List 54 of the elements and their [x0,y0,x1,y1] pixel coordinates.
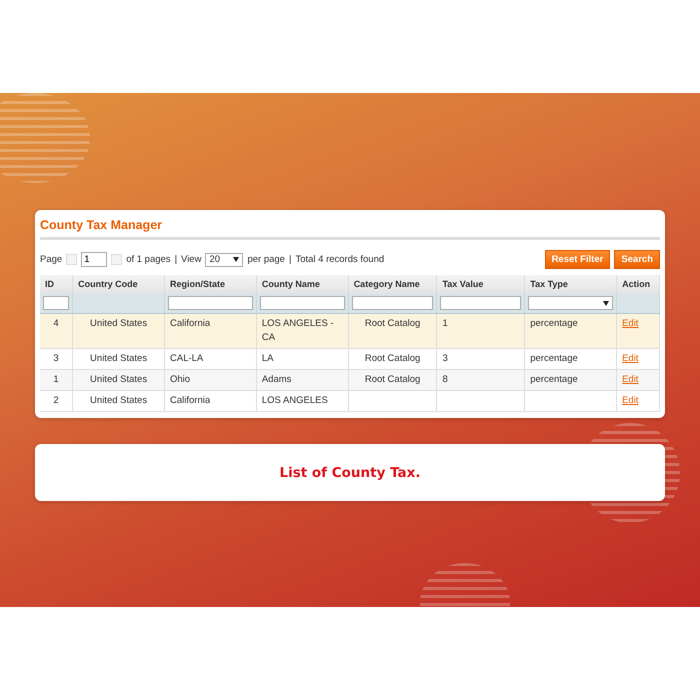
column-header[interactable]: Country Code [72,275,164,293]
page-label: Page [40,254,62,265]
table-cell: Root Catalog [348,370,437,390]
table-cell: California [164,390,256,412]
separator-text: | [174,254,178,265]
table-cell: Root Catalog [348,314,437,348]
table-cell: percentage [524,370,617,390]
table-cell: United States [72,348,164,370]
per-page-dropdown[interactable]: 20 [205,252,244,266]
caret-icon [603,300,610,306]
table-cell: percentage [524,348,617,370]
table-cell: percentage [524,314,617,348]
column-header[interactable]: Region/State [164,275,256,293]
table-cell: Adams [256,370,348,390]
caret-icon [233,257,240,262]
table-cell: 2 [40,390,73,412]
table-cell: CAL-LA [164,348,256,370]
filter-field[interactable] [352,296,434,310]
previous-page-button[interactable] [66,254,78,265]
table-cell: LOS ANGELES [256,390,348,412]
table-cell: 1 [436,314,525,348]
column-header[interactable]: Category Name [348,275,437,293]
table-cell: Ohio [164,370,256,390]
table-cell: 1 [40,370,73,390]
table-cell: 4 [40,314,73,348]
table-cell: United States [72,390,164,412]
filter-field[interactable] [260,296,345,310]
table-cell: 3 [436,348,525,370]
table-cell: California [164,314,256,348]
filter-dropdown[interactable] [528,296,614,310]
column-header[interactable]: Tax Value [436,275,525,293]
column-header[interactable]: County Name [256,275,348,293]
table-cell: United States [72,370,164,390]
filter-field[interactable] [440,296,522,310]
caption-text: List of County Tax. [279,464,421,480]
page-count: of 1 pages [126,254,171,265]
next-page-button[interactable] [111,254,122,265]
per-page-label: per page [247,254,285,265]
column-header[interactable]: Tax Type [524,275,617,293]
table-cell: 8 [436,370,525,390]
table-cell: LA [256,348,348,370]
view-label: View [181,254,202,265]
table-cell: 3 [40,348,73,370]
table-cell: Root Catalog [348,348,437,370]
panel-title: County Tax Manager [40,218,660,240]
table-cell: LOS ANGELES - CA [256,314,348,348]
column-header[interactable]: Action [616,275,660,293]
filter-field[interactable] [43,296,70,310]
records-count: Total 4 records found [295,254,384,265]
separator-text: | [288,254,292,265]
filter-field[interactable] [168,296,253,310]
page-field[interactable]: 1 [81,252,108,267]
column-header[interactable]: ID [40,275,73,293]
table-cell: United States [72,314,164,348]
